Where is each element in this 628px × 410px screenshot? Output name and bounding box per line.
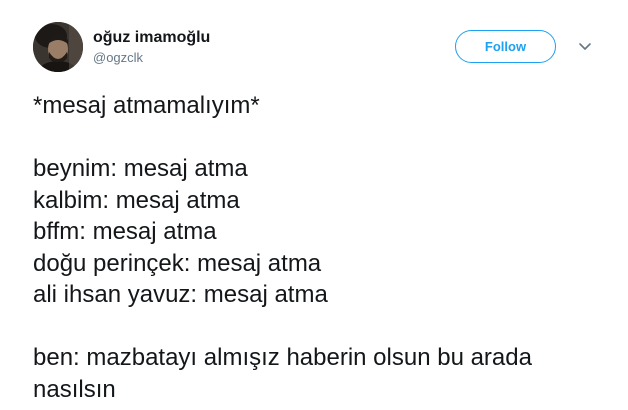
user-handle[interactable]: @ogzclk: [93, 49, 210, 67]
tweet-line: beynim: mesaj atma: [33, 155, 248, 182]
avatar[interactable]: [33, 22, 83, 72]
chevron-down-icon[interactable]: [577, 40, 593, 52]
display-name[interactable]: oğuz imamoğlu: [93, 28, 210, 48]
tweet-line: bffm: mesaj atma: [33, 218, 217, 245]
tweet-card: oğuz imamoğlu @ogzclk Follow *mesaj atma…: [0, 0, 628, 410]
tweet-text: *mesaj atmamalıyım* beynim: mesaj atma k…: [33, 90, 593, 405]
tweet-line: ali ihsan yavuz: mesaj atma: [33, 281, 328, 308]
follow-button[interactable]: Follow: [455, 30, 556, 63]
tweet-line: kalbim: mesaj atma: [33, 186, 240, 214]
tweet-line: doğu perinçek: mesaj atma: [33, 249, 322, 277]
tweet-intro: *mesaj atmamalıyım*: [33, 92, 260, 119]
tweet-closing: ben: mazbatayı almışız haberin olsun bu …: [33, 344, 532, 403]
user-info: oğuz imamoğlu @ogzclk: [93, 28, 210, 67]
profile-photo-icon: [33, 22, 83, 72]
